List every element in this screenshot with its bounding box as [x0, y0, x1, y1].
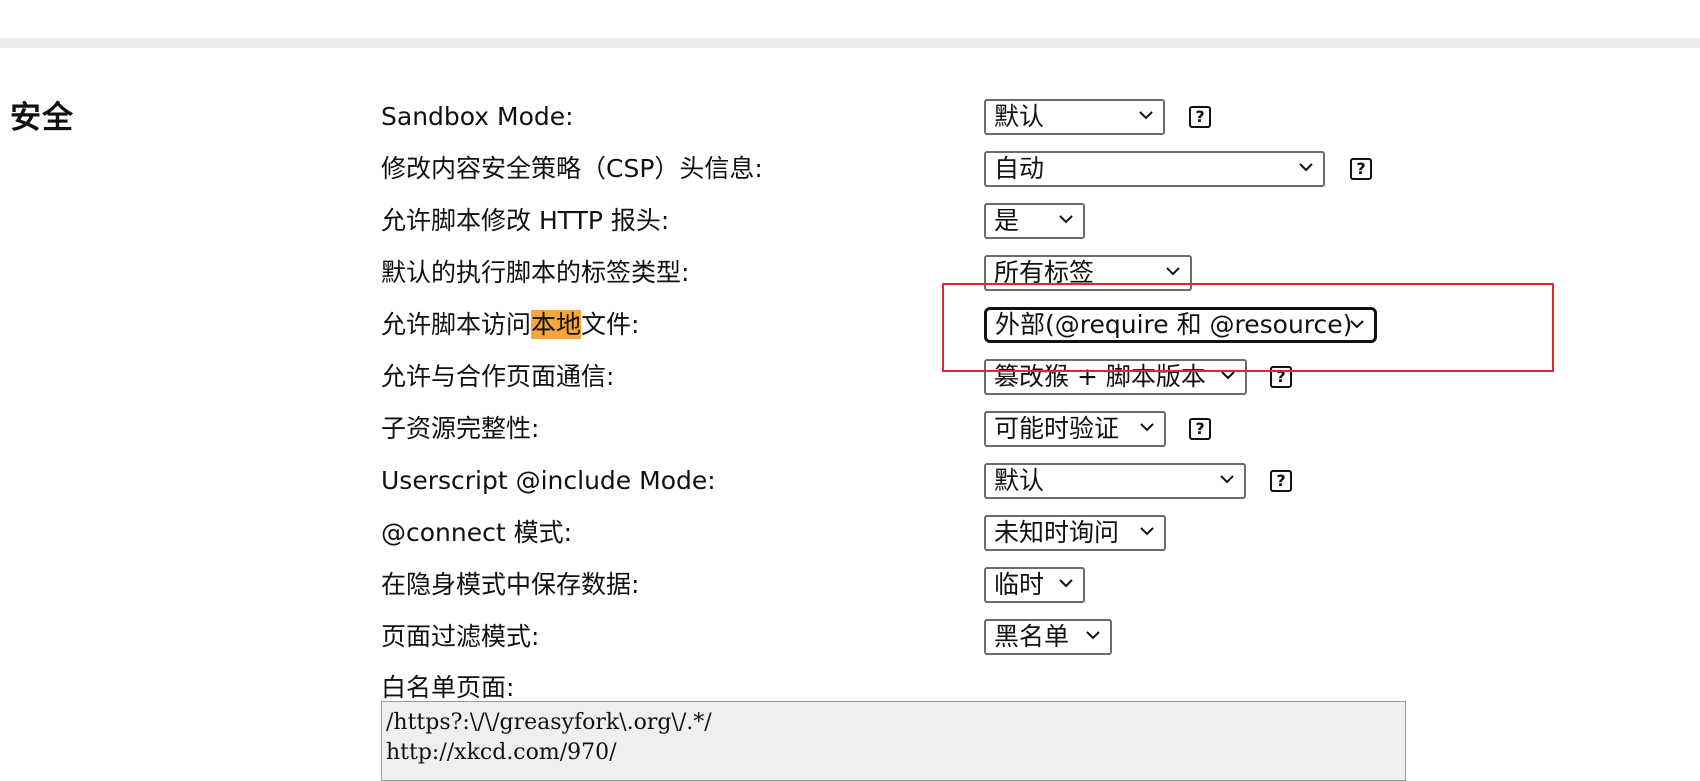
- help-icon[interactable]: ?: [1270, 470, 1292, 492]
- chevron-down-icon: [1221, 371, 1235, 380]
- help-icon[interactable]: ?: [1270, 366, 1292, 388]
- connect-mode-label: @connect 模式:: [381, 518, 573, 547]
- top-bar: [0, 0, 1700, 38]
- chevron-down-icon: [1059, 215, 1073, 224]
- local-file-access-label-suffix: 文件:: [581, 310, 640, 339]
- partner-communication-label: 允许与合作页面通信:: [381, 362, 615, 391]
- setting-row-include-mode: Userscript @include Mode: 默认 ?: [0, 461, 1700, 501]
- setting-row-http-headers: 允许脚本修改 HTTP 报头: 是: [0, 201, 1700, 241]
- setting-row-subresource-integrity: 子资源完整性: 可能时验证 ?: [0, 409, 1700, 449]
- subresource-integrity-value: 可能时验证: [994, 414, 1120, 443]
- help-icon[interactable]: ?: [1350, 158, 1372, 180]
- page-filter-mode-select[interactable]: 黑名单: [984, 619, 1112, 655]
- include-mode-label: Userscript @include Mode:: [381, 466, 716, 495]
- sandbox-mode-value: 默认: [994, 102, 1045, 131]
- page-filter-mode-label: 页面过滤模式:: [381, 622, 540, 651]
- include-mode-select[interactable]: 默认: [984, 463, 1246, 499]
- local-file-access-select[interactable]: 外部(@require 和 @resource): [984, 307, 1377, 343]
- search-highlight: 本地: [531, 310, 582, 339]
- chevron-down-icon: [1350, 320, 1364, 329]
- setting-row-incognito-storage: 在隐身模式中保存数据: 临时: [0, 565, 1700, 605]
- setting-row-partner-communication: 允许与合作页面通信: 篡改猴 + 脚本版本 ?: [0, 357, 1700, 397]
- chevron-down-icon: [1140, 527, 1154, 536]
- http-headers-label: 允许脚本修改 HTTP 报头:: [381, 206, 670, 235]
- incognito-storage-label: 在隐身模式中保存数据:: [381, 570, 640, 599]
- subresource-integrity-select[interactable]: 可能时验证: [984, 411, 1166, 447]
- connect-mode-value: 未知时询问: [994, 518, 1120, 547]
- chevron-down-icon: [1139, 111, 1153, 120]
- script-tag-type-value: 所有标签: [994, 258, 1095, 287]
- setting-row-connect-mode: @connect 模式: 未知时询问: [0, 513, 1700, 553]
- subresource-integrity-label: 子资源完整性:: [381, 414, 540, 443]
- csp-value: 自动: [994, 154, 1045, 183]
- setting-row-sandbox-mode: Sandbox Mode: 默认 ?: [0, 97, 1700, 137]
- setting-row-script-tag-type: 默认的执行脚本的标签类型: 所有标签: [0, 253, 1700, 293]
- http-headers-select[interactable]: 是: [984, 203, 1085, 239]
- incognito-storage-value: 临时: [994, 570, 1045, 599]
- incognito-storage-select[interactable]: 临时: [984, 567, 1085, 603]
- setting-row-csp: 修改内容安全策略（CSP）头信息: 自动 ?: [0, 149, 1700, 189]
- chevron-down-icon: [1299, 163, 1313, 172]
- http-headers-value: 是: [994, 206, 1020, 235]
- csp-label: 修改内容安全策略（CSP）头信息:: [381, 154, 763, 183]
- sandbox-mode-select[interactable]: 默认: [984, 99, 1165, 135]
- whitelist-textarea[interactable]: /https?:\/\/greasyfork\.org\/.*/ http://…: [381, 701, 1406, 781]
- chevron-down-icon: [1086, 631, 1100, 640]
- chevron-down-icon: [1140, 423, 1154, 432]
- local-file-access-value: 外部(@require 和 @resource): [995, 310, 1353, 339]
- help-icon[interactable]: ?: [1189, 418, 1211, 440]
- csp-select[interactable]: 自动: [984, 151, 1325, 187]
- partner-communication-value: 篡改猴 + 脚本版本: [994, 362, 1206, 391]
- local-file-access-label-prefix: 允许脚本访问: [381, 310, 532, 339]
- page-filter-mode-value: 黑名单: [994, 622, 1070, 651]
- chevron-down-icon: [1220, 475, 1234, 484]
- chevron-down-icon: [1166, 267, 1180, 276]
- chevron-down-icon: [1059, 579, 1073, 588]
- script-tag-type-select[interactable]: 所有标签: [984, 255, 1192, 291]
- help-icon[interactable]: ?: [1189, 106, 1211, 128]
- setting-row-local-file-access: 允许脚本访问本地文件: 外部(@require 和 @resource): [0, 305, 1700, 345]
- connect-mode-select[interactable]: 未知时询问: [984, 515, 1166, 551]
- script-tag-type-label: 默认的执行脚本的标签类型:: [381, 258, 690, 287]
- setting-row-page-filter-mode: 页面过滤模式: 黑名单: [0, 617, 1700, 657]
- partner-communication-select[interactable]: 篡改猴 + 脚本版本: [984, 359, 1247, 395]
- include-mode-value: 默认: [994, 466, 1045, 495]
- local-file-access-label: 允许脚本访问本地文件:: [381, 305, 639, 345]
- sandbox-mode-label: Sandbox Mode:: [381, 102, 574, 131]
- whitelist-label: 白名单页面:: [381, 673, 515, 702]
- top-divider: [0, 38, 1700, 48]
